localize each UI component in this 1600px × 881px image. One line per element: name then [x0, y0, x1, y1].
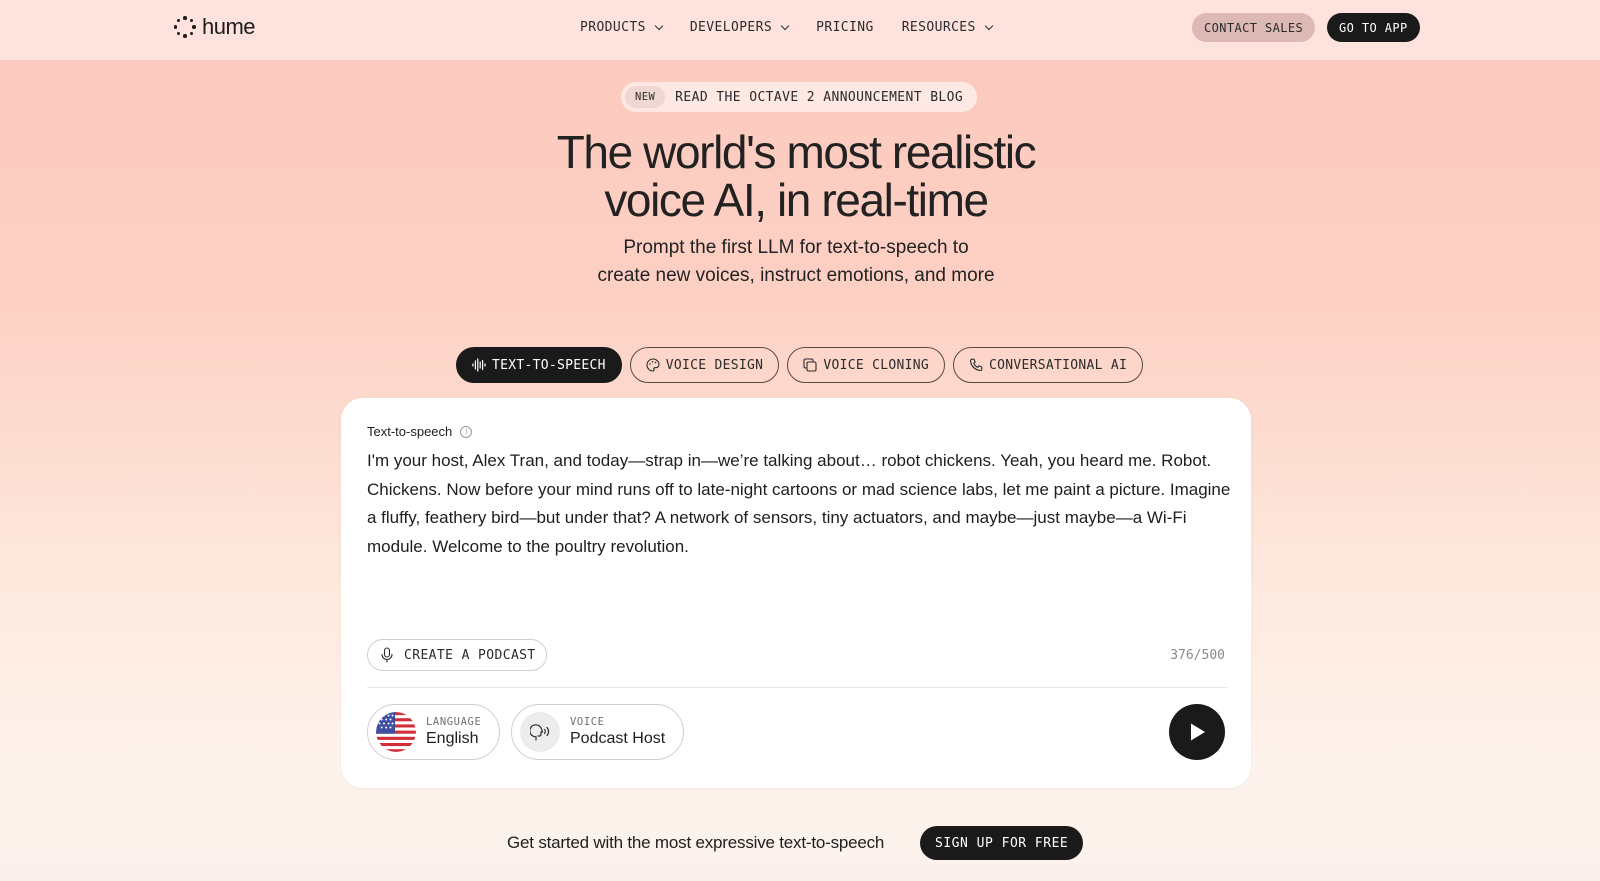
product-tabs: TEXT-TO-SPEECH VOICE DESIGN VOICE CLONIN… — [456, 347, 1144, 383]
go-to-app-button[interactable]: GO TO APP — [1327, 13, 1420, 42]
voice-small-label: VOICE — [570, 716, 605, 728]
language-small-label: LANGUAGE — [426, 716, 482, 728]
nav-developers-label: DEVELOPERS — [689, 20, 773, 35]
info-icon[interactable]: i — [460, 425, 473, 438]
cta-text: Get started with the most expressive tex… — [507, 833, 885, 852]
nav-pricing[interactable]: PRICING — [816, 20, 874, 35]
tts-demo-card: Text-to-speech i I'm your host, Alex Tra… — [341, 398, 1251, 788]
tab-text-to-speech-label: TEXT-TO-SPEECH — [492, 357, 606, 373]
play-icon — [1191, 723, 1205, 741]
character-counter: 376/500 — [1170, 648, 1225, 663]
voice-text: VOICE Podcast Host — [570, 716, 665, 748]
chevron-down-icon — [780, 21, 790, 30]
tab-conversational-ai[interactable]: CONVERSATIONAL AI — [952, 347, 1144, 383]
logo-text: hume — [202, 14, 256, 39]
hero-title-line-1: The world's most realistic — [556, 126, 1037, 178]
play-button[interactable] — [1169, 704, 1225, 760]
sign-up-button[interactable]: SIGN UP FOR FREE — [920, 826, 1084, 860]
announcement-banner[interactable]: NEW READ THE OCTAVE 2 ANNOUNCEMENT BLOG — [621, 82, 978, 112]
tab-voice-design[interactable]: VOICE DESIGN — [629, 347, 780, 383]
chevron-down-icon — [654, 21, 664, 30]
nav-pricing-label: PRICING — [816, 20, 874, 35]
announcement-text: READ THE OCTAVE 2 ANNOUNCEMENT BLOG — [675, 89, 964, 105]
voice-selector[interactable]: VOICE Podcast Host — [511, 704, 685, 760]
microphone-icon — [381, 647, 393, 663]
top-nav: hume PRODUCTS DEVELOPERS PRICING RESOURC… — [0, 0, 1600, 60]
divider — [367, 687, 1227, 688]
contact-sales-button[interactable]: CONTACT SALES — [1192, 13, 1316, 42]
tab-voice-cloning[interactable]: VOICE CLONING — [787, 347, 945, 383]
hume-logo-icon — [173, 16, 196, 38]
hero-title-line-2: voice AI, in real-time — [604, 174, 989, 226]
tab-conversational-ai-label: CONVERSATIONAL AI — [988, 357, 1128, 373]
nav-products-label: PRODUCTS — [580, 20, 646, 35]
palette-icon — [646, 358, 660, 372]
nav-links: PRODUCTS DEVELOPERS PRICING RESOURCES — [580, 20, 993, 35]
speaking-head-icon — [520, 712, 560, 752]
nav-developers[interactable]: DEVELOPERS — [689, 20, 790, 35]
tts-text-input[interactable]: I'm your host, Alex Tran, and today—stra… — [367, 447, 1237, 561]
us-flag-icon — [376, 712, 416, 752]
copy-icon — [803, 358, 817, 372]
card-label: Text-to-speech i — [367, 424, 473, 439]
chevron-down-icon — [984, 21, 993, 30]
language-text: LANGUAGE English — [426, 716, 481, 748]
tab-text-to-speech[interactable]: TEXT-TO-SPEECH — [456, 347, 622, 383]
hero-subtitle-line-1: Prompt the first LLM for text-to-speech … — [623, 237, 969, 258]
nav-resources[interactable]: RESOURCES — [901, 20, 993, 35]
voice-value: Podcast Host — [570, 730, 666, 747]
tab-voice-design-label: VOICE DESIGN — [665, 357, 764, 373]
phone-icon — [969, 358, 983, 372]
nav-products[interactable]: PRODUCTS — [580, 20, 664, 35]
hero-subtitle-line-2: create new voices, instruct emotions, an… — [597, 265, 995, 286]
logo[interactable]: hume — [173, 14, 256, 40]
waveform-icon — [472, 358, 486, 372]
language-value: English — [426, 730, 479, 747]
tab-voice-cloning-label: VOICE CLONING — [823, 357, 929, 373]
language-selector[interactable]: LANGUAGE English — [367, 704, 501, 760]
hero-title: The world's most realistic voice AI, in … — [0, 128, 1592, 224]
create-podcast-label: CREATE A PODCAST — [404, 647, 536, 663]
create-podcast-button[interactable]: CREATE A PODCAST — [367, 639, 547, 671]
hero-subtitle: Prompt the first LLM for text-to-speech … — [0, 234, 1592, 290]
new-badge: NEW — [625, 86, 666, 108]
card-label-text: Text-to-speech — [367, 424, 453, 439]
nav-resources-label: RESOURCES — [901, 20, 976, 35]
